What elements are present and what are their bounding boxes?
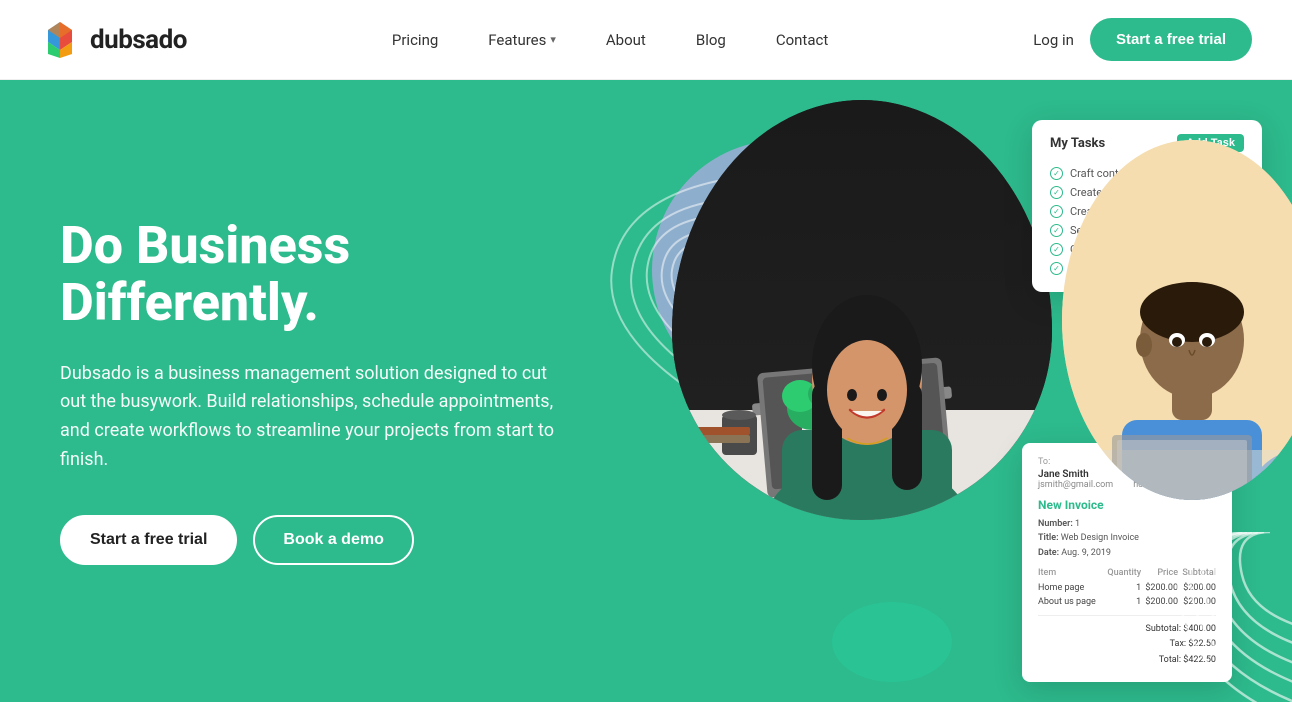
hero-title: Do Business Differently. xyxy=(60,217,560,331)
task-item-1: Craft contracts and questionnaires xyxy=(1050,164,1244,183)
invoice-divider xyxy=(1038,615,1216,616)
invoice-card: To: Jane Smith jsmith@gmail.com From: Jo… xyxy=(1022,443,1232,682)
nav-contact[interactable]: Contact xyxy=(756,23,848,57)
fingerprint-decoration xyxy=(572,140,872,440)
tasks-card: My Tasks Add Task Craft contracts and qu… xyxy=(1032,120,1262,292)
task-item-5: Create Lead Capture Form xyxy=(1050,240,1244,259)
hero-section: Do Business Differently. Dubsado is a bu… xyxy=(0,80,1292,702)
task-check-1 xyxy=(1050,167,1063,180)
navbar-actions: Log in Start a free trial xyxy=(1033,18,1252,61)
invoice-to-from: To: Jane Smith jsmith@gmail.com From: Jo… xyxy=(1038,457,1216,490)
task-item-4: Send invoice xyxy=(1050,221,1244,240)
arc-decoration xyxy=(1122,532,1292,702)
nav-features[interactable]: Features ▾ xyxy=(468,23,576,57)
navbar: dubsado Pricing Features ▾ About Blog Co… xyxy=(0,0,1292,80)
invoice-row-2: About us page 1 $200.00 $200.00 xyxy=(1038,595,1216,609)
dark-oval xyxy=(712,120,1032,480)
hero-buttons: Start a free trial Book a demo xyxy=(60,515,560,565)
tasks-card-header: My Tasks Add Task xyxy=(1050,134,1244,152)
task-check-5 xyxy=(1050,243,1063,256)
nav-links: Pricing Features ▾ About Blog Contact xyxy=(372,23,848,57)
teal-blob xyxy=(832,602,952,682)
invoice-from: From: Joe Nelson hello@joenelon.com xyxy=(1133,457,1215,490)
nav-trial-button[interactable]: Start a free trial xyxy=(1090,18,1252,61)
brand-logo[interactable]: dubsado xyxy=(40,20,187,60)
task-item-3: Create new package xyxy=(1050,202,1244,221)
dots-decoration xyxy=(1032,200,1112,284)
task-item-6: Send reminder email to client xyxy=(1050,259,1244,278)
hero-content: Do Business Differently. Dubsado is a bu… xyxy=(0,157,560,625)
person-woman xyxy=(672,100,1052,520)
tasks-title: My Tasks xyxy=(1050,136,1105,151)
task-check-4 xyxy=(1050,224,1063,237)
invoice-row-1: Home page 1 $200.00 $200.00 xyxy=(1038,581,1216,595)
logo-icon xyxy=(40,20,80,60)
add-task-button[interactable]: Add Task xyxy=(1177,134,1244,152)
invoice-totals: Subtotal: $400.00 Tax: $22.50 Total: $42… xyxy=(1038,622,1216,668)
nav-about[interactable]: About xyxy=(586,23,666,57)
invoice-to: To: Jane Smith jsmith@gmail.com xyxy=(1038,457,1113,490)
nav-blog[interactable]: Blog xyxy=(676,23,746,57)
task-check-2 xyxy=(1050,186,1063,199)
invoice-meta: Number: 1 Title: Web Design Invoice Date… xyxy=(1038,517,1216,560)
hero-visuals: My Tasks Add Task Craft contracts and qu… xyxy=(532,80,1292,702)
hero-description: Dubsado is a business management solutio… xyxy=(60,360,560,475)
hero-demo-button[interactable]: Book a demo xyxy=(253,515,413,565)
task-item-2: Create job xyxy=(1050,183,1244,202)
login-link[interactable]: Log in xyxy=(1033,31,1074,49)
invoice-heading: New Invoice xyxy=(1038,498,1216,512)
invoice-table: Item Quantity Price Subtotal Home page 1… xyxy=(1038,568,1216,609)
nav-pricing[interactable]: Pricing xyxy=(372,23,458,57)
lavender-blob xyxy=(652,140,912,400)
brand-name: dubsado xyxy=(90,25,187,55)
hero-trial-button[interactable]: Start a free trial xyxy=(60,515,237,565)
task-check-6 xyxy=(1050,262,1063,275)
chevron-down-icon: ▾ xyxy=(550,33,556,46)
person-man xyxy=(1062,140,1292,500)
task-check-3 xyxy=(1050,205,1063,218)
